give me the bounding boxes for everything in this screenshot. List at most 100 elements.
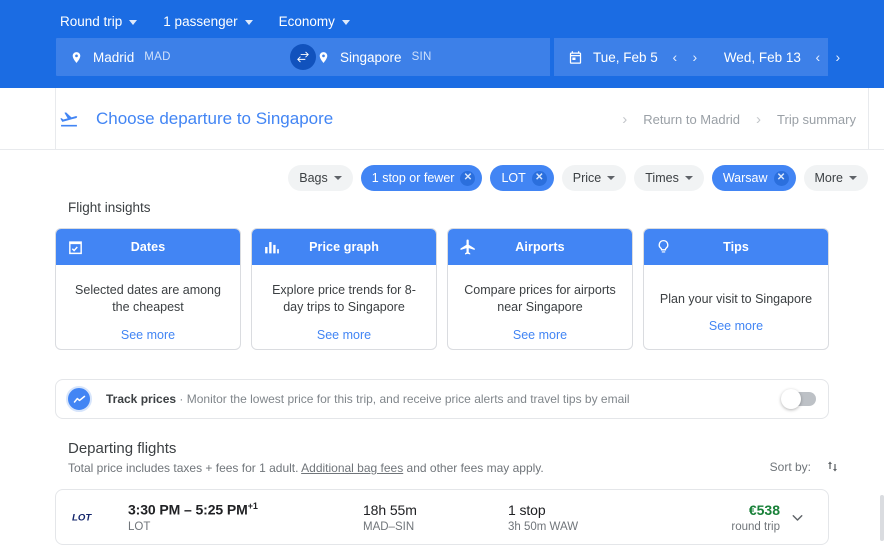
flight-stop-detail: 3h 50m WAW	[508, 520, 579, 533]
filter-chip-label: Times	[645, 171, 679, 185]
chevron-down-icon	[333, 176, 342, 180]
sort-by-control[interactable]: Sort by:	[770, 459, 840, 474]
flight-price-column: €538 round trip	[660, 502, 780, 533]
filter-chip-label: Warsaw	[722, 171, 768, 185]
close-icon[interactable]: ✕	[773, 170, 789, 186]
insight-card-header: Dates	[56, 229, 240, 265]
cabin-class-select[interactable]: Economy	[275, 11, 354, 32]
flight-times: 3:30 PM – 5:25 PM+1	[128, 501, 363, 518]
departure-date-picker[interactable]: Tue, Feb 5	[568, 50, 658, 65]
breadcrumb-separator: ›	[622, 110, 628, 128]
cabin-class-label: Economy	[278, 13, 335, 29]
departing-flights-heading: Departing flights	[68, 440, 177, 457]
filter-chip-connecting-airport[interactable]: Warsaw ✕	[711, 165, 796, 191]
flight-stops: 1 stop	[508, 501, 546, 518]
departing-flights-subtitle: Total price includes taxes + fees for 1 …	[68, 461, 544, 475]
flight-stops-column: 1 stop 3h 50m WAW	[508, 502, 658, 533]
sort-arrows-icon	[828, 461, 837, 472]
flight-price: €538	[748, 501, 780, 518]
close-icon[interactable]: ✕	[531, 170, 547, 186]
swap-airports-button[interactable]	[290, 44, 317, 70]
filter-chip-label: Price	[572, 171, 602, 185]
flight-insights-cards: Dates Selected dates are among the cheap…	[55, 228, 829, 350]
departure-date-arrows: ‹ ›	[666, 46, 704, 68]
breadcrumb-separator: ›	[756, 110, 762, 128]
breadcrumb-return-to-madrid[interactable]: Return to Madrid	[635, 108, 748, 131]
nav-right-divider	[868, 88, 869, 150]
insight-card-body: Plan your visit to Singapore See more	[644, 265, 828, 349]
additional-bag-fees-link[interactable]: Additional bag fees	[301, 461, 403, 475]
close-icon[interactable]: ✕	[460, 170, 476, 186]
insight-card-header: Airports	[448, 229, 632, 265]
swap-horizontal-icon	[297, 51, 309, 63]
insight-card-desc: Selected dates are among the cheapest	[75, 283, 221, 314]
toggle-knob	[781, 389, 801, 409]
filter-chip-price[interactable]: Price	[561, 165, 627, 191]
insight-card-dates[interactable]: Dates Selected dates are among the cheap…	[55, 228, 241, 350]
flight-duration: 18h 55m	[363, 501, 417, 518]
origin-input[interactable]: Madrid MAD	[56, 38, 304, 76]
filter-chip-times[interactable]: Times	[634, 165, 704, 191]
insight-card-see-more-link[interactable]: See more	[513, 328, 567, 342]
flight-airline-name: LOT	[128, 520, 151, 533]
filter-chip-bags[interactable]: Bags	[288, 165, 353, 191]
page-title: Choose departure to Singapore	[96, 109, 334, 128]
search-fields: Madrid MAD Singapore SIN Tue, Feb 5 ‹ › …	[56, 38, 840, 76]
origin-city: Madrid	[93, 49, 135, 65]
insight-card-desc: Plan your visit to Singapore	[659, 291, 813, 306]
lightbulb-icon	[655, 239, 672, 256]
track-prices-text: Track prices · Monitor the lowest price …	[106, 392, 630, 406]
return-date-arrows: ‹ ›	[809, 46, 847, 68]
track-prices-banner: Track prices · Monitor the lowest price …	[55, 379, 829, 419]
filter-chips-row: Bags 1 stop or fewer ✕ LOT ✕ Price Times…	[0, 164, 884, 192]
insight-card-price-graph[interactable]: Price graph Explore price trends for 8-d…	[251, 228, 437, 350]
return-prev-day-button[interactable]: ‹	[809, 46, 827, 68]
filter-chip-label: LOT	[501, 171, 526, 185]
insight-card-header: Tips	[644, 229, 828, 265]
departure-prev-day-button[interactable]: ‹	[666, 46, 684, 68]
return-date-value: Wed, Feb 13	[723, 49, 801, 65]
filter-chip-more[interactable]: More	[803, 165, 868, 191]
flight-times-column: 3:30 PM – 5:25 PM+1 LOT	[128, 501, 363, 533]
dates-field: Tue, Feb 5 ‹ › Wed, Feb 13 ‹ ›	[554, 38, 840, 76]
insight-card-body: Selected dates are among the cheapest Se…	[56, 265, 240, 349]
bar-chart-icon	[263, 239, 280, 256]
insight-card-airports[interactable]: Airports Compare prices for airports nea…	[447, 228, 633, 350]
track-prices-separator: ·	[176, 392, 187, 406]
insight-card-tips[interactable]: Tips Plan your visit to Singapore See mo…	[643, 228, 829, 350]
filter-chip-airline[interactable]: LOT ✕	[490, 165, 554, 191]
destination-input[interactable]: Singapore SIN	[303, 38, 551, 76]
filter-chip-stops[interactable]: 1 stop or fewer ✕	[360, 165, 483, 191]
filter-chip-label: 1 stop or fewer	[371, 171, 455, 185]
subtitle-text-before: Total price includes taxes + fees for 1 …	[68, 461, 302, 475]
passengers-label: 1 passenger	[163, 13, 238, 29]
sort-by-label: Sort by:	[769, 459, 811, 474]
insight-card-see-more-link[interactable]: See more	[121, 328, 175, 342]
breadcrumb-trip-summary[interactable]: Trip summary	[769, 108, 864, 131]
expand-flight-button[interactable]	[780, 509, 814, 526]
chevron-down-icon	[607, 176, 616, 180]
flight-result-row[interactable]: LOT 3:30 PM – 5:25 PM+1 LOT 18h 55m MAD–…	[55, 489, 829, 545]
lot-polish-airlines-logo: LOT	[72, 509, 114, 526]
passengers-select[interactable]: 1 passenger	[159, 11, 256, 32]
departure-next-day-button[interactable]: ›	[686, 46, 704, 68]
day-offset-badge: +1	[247, 501, 258, 512]
insight-card-desc: Explore price trends for 8-day trips to …	[272, 283, 416, 314]
insight-card-see-more-link[interactable]: See more	[317, 328, 371, 342]
calendar-icon	[569, 50, 582, 64]
chevron-down-icon	[341, 19, 350, 25]
chevron-down-icon	[129, 19, 138, 25]
search-options-row: Round trip 1 passenger Economy	[56, 8, 354, 34]
destination-code: SIN	[411, 51, 432, 63]
insight-card-see-more-link[interactable]: See more	[709, 319, 763, 333]
filter-chip-label: Bags	[299, 171, 328, 185]
trip-type-select[interactable]: Round trip	[56, 11, 141, 32]
google-flights-page: Round trip 1 passenger Economy Madrid MA…	[0, 0, 884, 558]
insight-card-desc: Compare prices for airports near Singapo…	[464, 283, 616, 314]
return-next-day-button[interactable]: ›	[829, 46, 847, 68]
track-prices-toggle[interactable]	[781, 389, 816, 409]
chevron-down-icon	[684, 176, 693, 180]
scrollbar-thumb[interactable]	[880, 495, 884, 541]
return-date-picker[interactable]: Wed, Feb 13	[724, 50, 801, 65]
itinerary-nav-bar: Choose departure to Singapore › Return t…	[0, 88, 884, 150]
